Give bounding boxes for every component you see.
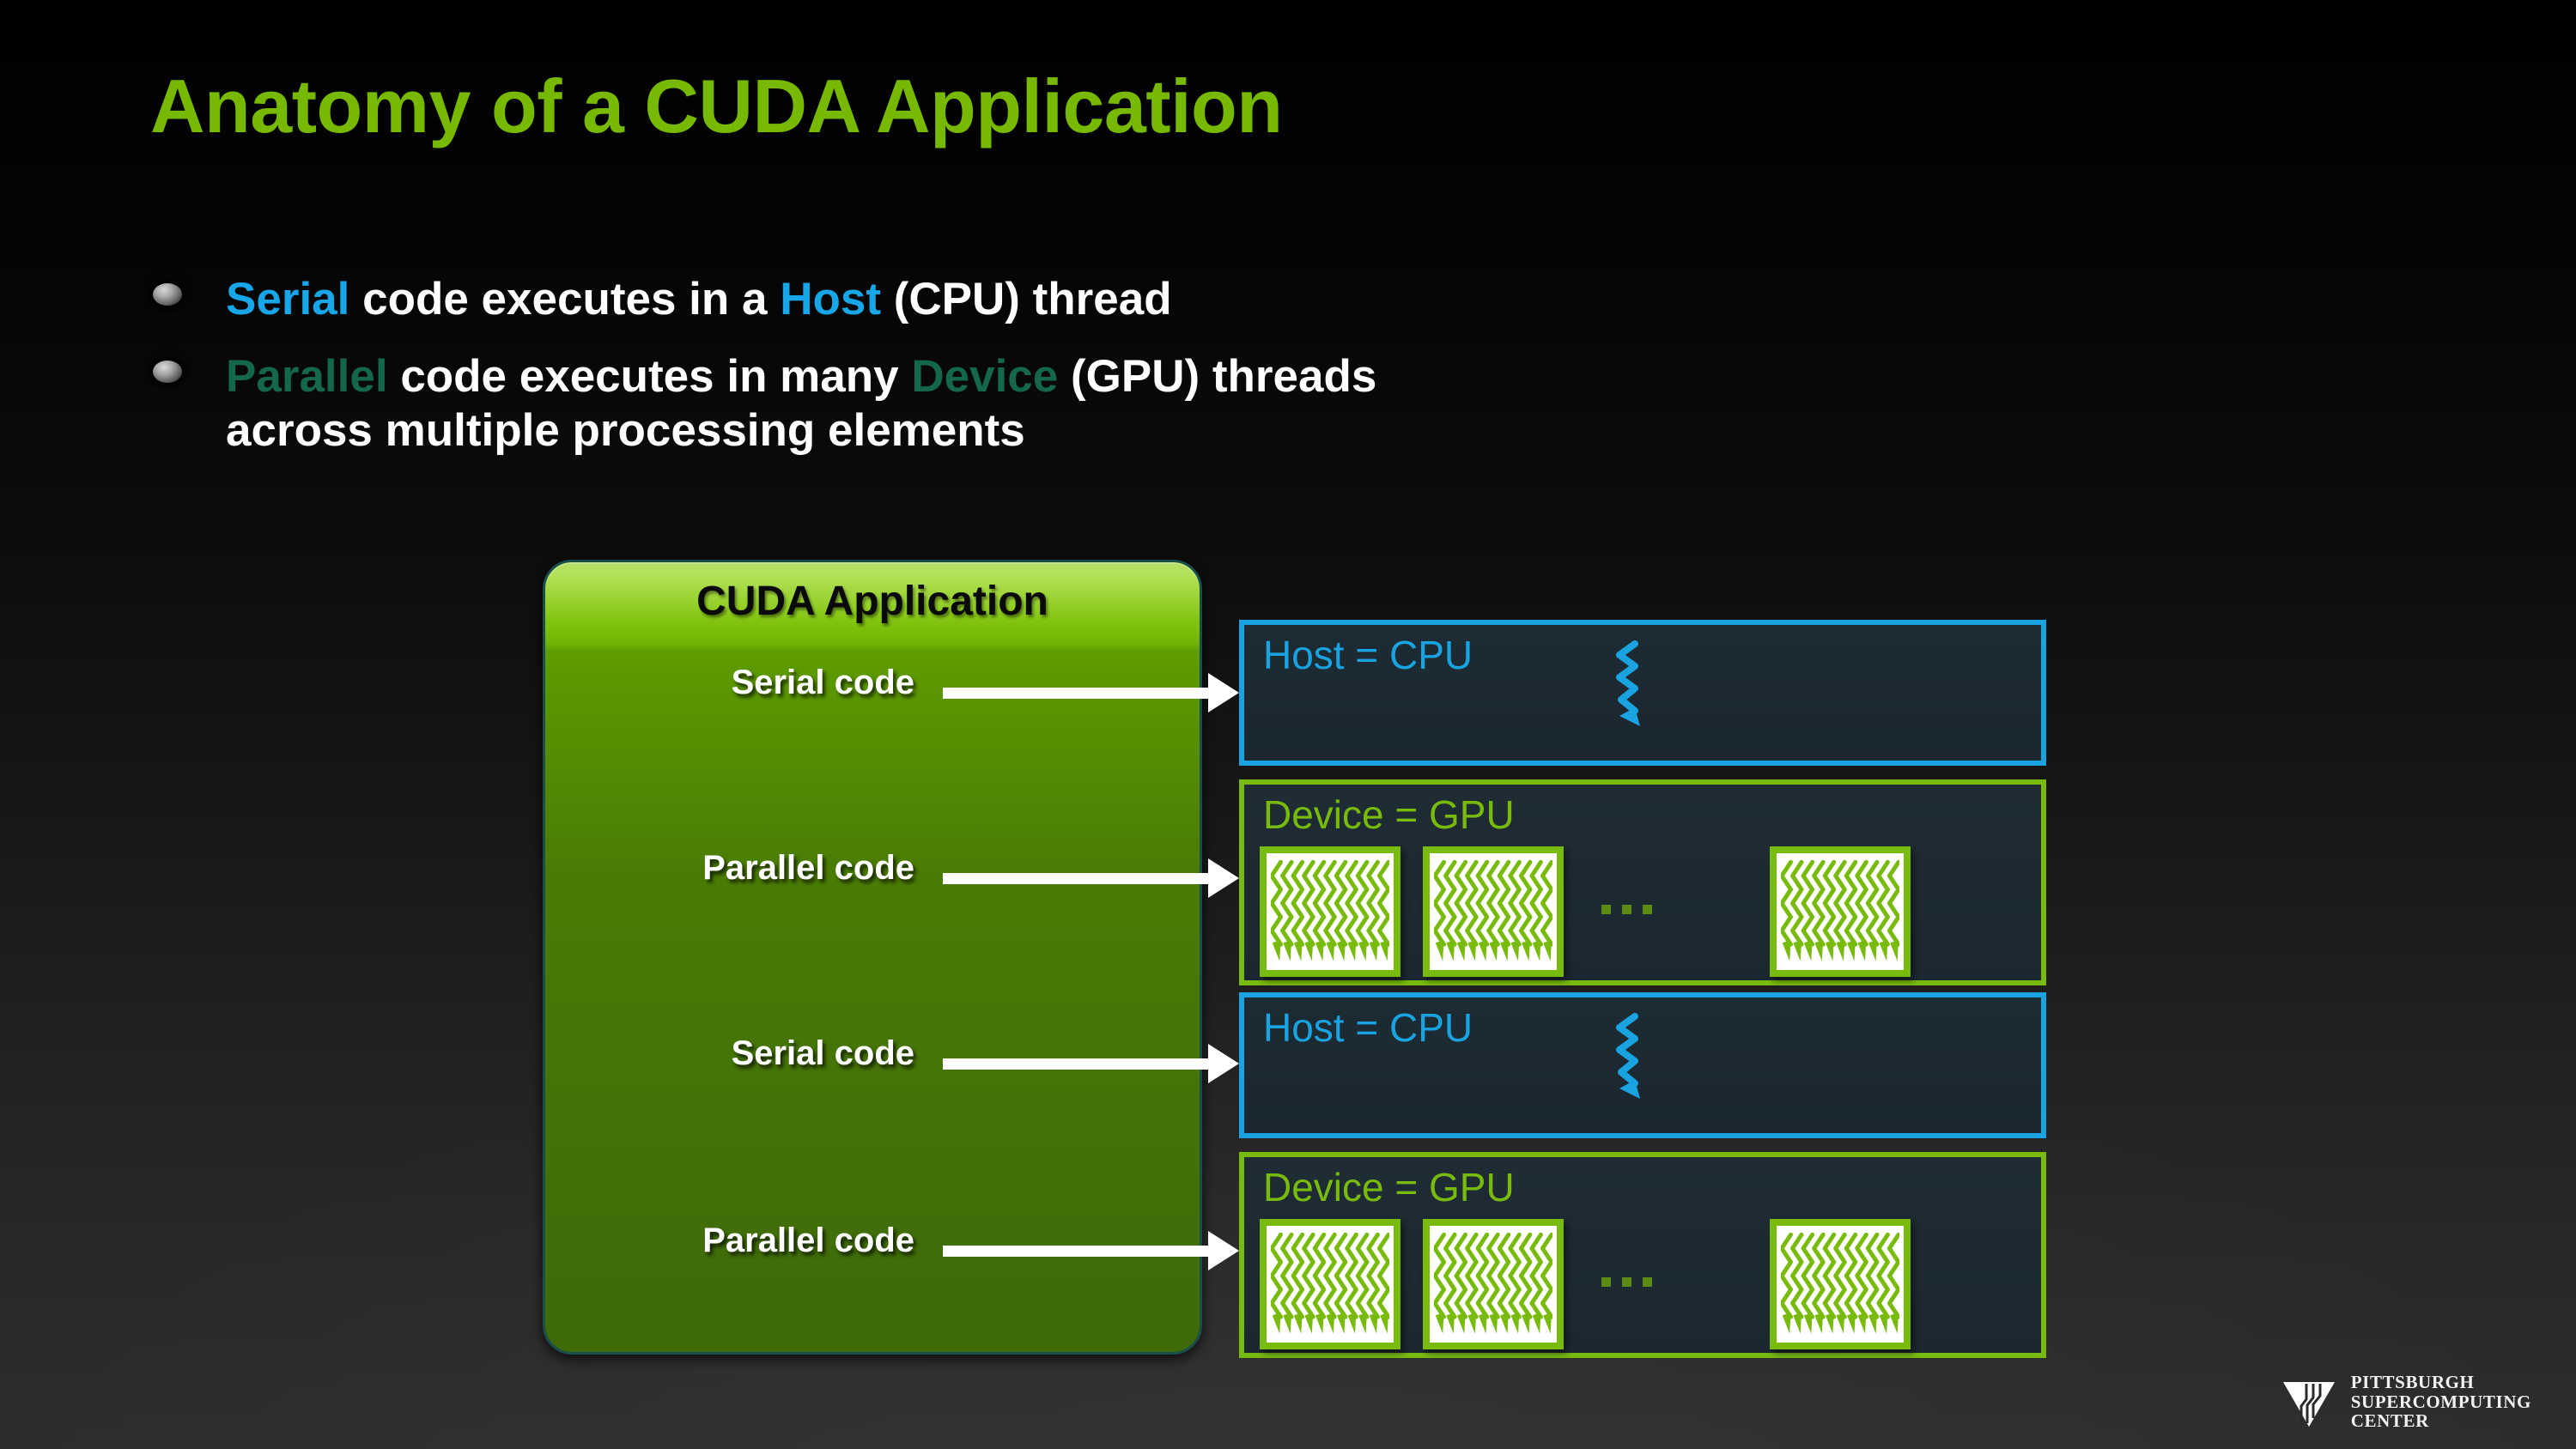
device-gpu-box-2: Device = GPU [1239,1152,2046,1358]
bullet-2-mid-1: code executes in many [387,351,912,402]
host-cpu-label-2: Host = CPU [1263,1005,1473,1050]
bullet-2-text: Parallel code executes in many Device (G… [226,350,1376,404]
flow-arrow-parallel-2 [943,1231,1239,1270]
gpu-thread-block [1770,1219,1911,1349]
gpu-thread-block [1423,1219,1564,1349]
step-label-serial-1: Serial code [731,664,914,701]
arrow-shaft [943,873,1208,884]
psc-line-1: PITTSBURGH [2350,1372,2475,1393]
gpu-thread-block [1260,846,1400,977]
arrow-shaft [943,1246,1208,1257]
psc-logo: PITTSBURGH SUPERCOMPUTING CENTER [2281,1373,2531,1430]
psc-triangle-logo-icon [2282,1381,2335,1427]
bullet-marker-icon [153,361,182,383]
bullet-1-keyword-serial: Serial [226,274,350,324]
device-gpu-label-2: Device = GPU [1263,1165,1515,1210]
page-title: Anatomy of a CUDA Application [150,64,1283,149]
arrow-head [1208,858,1239,898]
bullet-item-2: Parallel code executes in many Device (G… [153,350,1376,458]
arrow-head [1208,1044,1239,1083]
cpu-thread-squiggle-icon [1616,1013,1640,1099]
arrow-head [1208,673,1239,712]
bullet-2-keyword-parallel: Parallel [226,351,388,402]
bullet-2-tail: (GPU) threads [1058,351,1377,402]
gpu-thread-block [1770,846,1911,977]
host-cpu-box-1: Host = CPU [1239,620,2046,766]
step-label-serial-2: Serial code [731,1034,914,1072]
psc-logo-wordmark: PITTSBURGH SUPERCOMPUTING CENTER [2351,1373,2531,1430]
device-gpu-box-1: Device = GPU [1239,779,2046,985]
host-cpu-box-2: Host = CPU [1239,992,2046,1138]
cpu-thread-squiggle-icon [1616,640,1640,726]
bullet-1-mid-1: code executes in a [349,274,781,324]
slide-canvas: Anatomy of a CUDA Application Serial cod… [0,0,2576,1449]
bullet-marker-icon [153,283,182,306]
flow-arrow-serial-2 [943,1044,1239,1083]
psc-line-3: CENTER [2350,1410,2429,1431]
thread-block-ellipsis [1601,1277,1652,1287]
arrow-shaft [943,1058,1208,1070]
arrow-head [1208,1231,1239,1270]
bullet-2-text-line2: across multiple processing elements [226,404,1025,456]
flow-arrow-parallel-1 [943,858,1239,898]
gpu-thread-block [1423,846,1564,977]
host-cpu-label-1: Host = CPU [1263,633,1473,677]
gpu-thread-block [1260,1219,1400,1349]
device-gpu-label-1: Device = GPU [1263,792,1515,837]
thread-block-ellipsis [1601,905,1652,914]
step-label-parallel-2: Parallel code [702,1222,914,1259]
flow-arrow-serial-1 [943,673,1239,712]
psc-line-2: SUPERCOMPUTING [2350,1391,2531,1412]
step-label-parallel-1: Parallel code [702,849,914,887]
bullet-2-keyword-device: Device [911,351,1059,402]
bullet-1-text: Serial code executes in a Host (CPU) thr… [226,273,1172,327]
bullet-1-tail: (CPU) thread [880,274,1172,324]
cuda-application-title: CUDA Application [696,579,1048,624]
bullet-item-1: Serial code executes in a Host (CPU) thr… [153,273,1172,327]
bullet-1-keyword-host: Host [780,274,881,324]
arrow-shaft [943,688,1208,699]
